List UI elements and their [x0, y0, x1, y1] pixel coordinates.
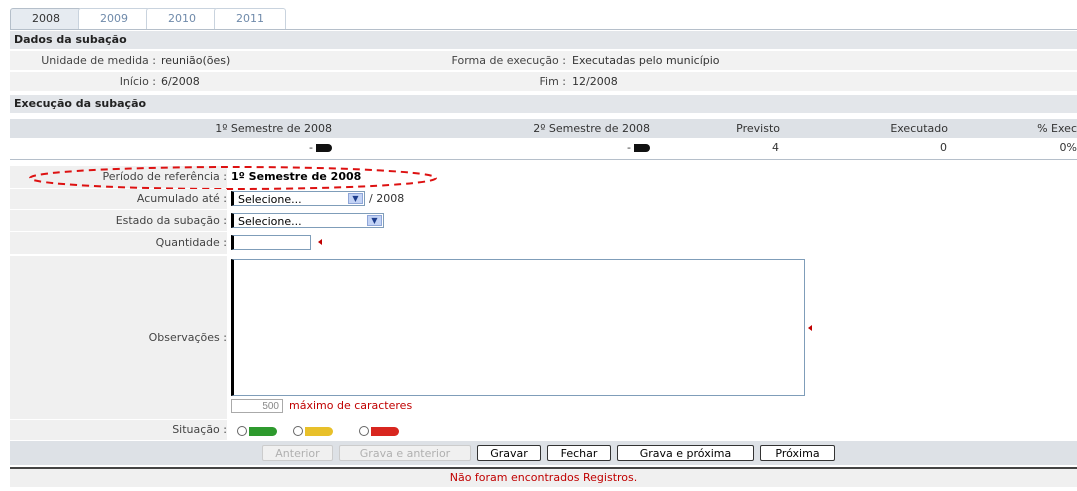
fim-value: 12/2008: [572, 75, 618, 88]
yellow-flag-icon: [305, 427, 333, 436]
estado-select-value: Selecione...: [238, 215, 302, 228]
tab-2009[interactable]: 2009: [78, 8, 150, 30]
grava-anterior-button[interactable]: Grava e anterior: [339, 445, 471, 461]
anterior-button[interactable]: Anterior: [262, 445, 333, 461]
required-marker: [808, 325, 812, 331]
redaction-mark: [634, 144, 650, 152]
green-flag-icon: [249, 427, 277, 436]
header-executado: Executado: [890, 122, 948, 135]
section-execucao-title: Execução da subação: [10, 95, 1077, 113]
quantidade-label: Quantidade :: [10, 232, 227, 254]
situacao-radio-yellow[interactable]: [293, 426, 303, 436]
char-hint: máximo de caracteres: [289, 399, 413, 412]
acumulado-select-value: Selecione...: [238, 193, 302, 206]
fechar-button[interactable]: Fechar: [547, 445, 611, 461]
fim-label: Fim :: [539, 75, 566, 88]
observacoes-label: Observações :: [10, 256, 227, 419]
chevron-down-icon: ▼: [367, 215, 382, 226]
chevron-down-icon: ▼: [348, 193, 363, 204]
section-dados-title: Dados da subação: [10, 31, 1077, 49]
header-percent-exec: % Exec: [1037, 122, 1077, 135]
cell-semestre2: -: [530, 138, 650, 157]
tab-2008[interactable]: 2008: [10, 8, 82, 30]
header-previsto: Previsto: [736, 122, 780, 135]
status-message: Não foram encontrados Registros.: [10, 467, 1077, 487]
execucao-table-header: 1º Semestre de 2008 2º Semestre de 2008 …: [10, 119, 1077, 138]
situacao-label: Situação :: [10, 420, 227, 440]
acumulado-label: Acumulado até :: [10, 189, 227, 209]
inicio-label: Início :: [119, 75, 156, 88]
char-counter: [231, 399, 283, 413]
quantidade-input[interactable]: [231, 235, 311, 250]
forma-value: Executadas pelo município: [572, 54, 720, 67]
cell-percent-exec: 0%: [1059, 141, 1077, 154]
acumulado-year: / 2008: [369, 192, 405, 205]
redaction-mark: [316, 144, 332, 152]
estado-select[interactable]: Selecione... ▼: [231, 213, 384, 228]
acumulado-select[interactable]: Selecione... ▼: [231, 191, 365, 206]
grava-proxima-button[interactable]: Grava e próxima: [617, 445, 754, 461]
cell-executado: 0: [940, 141, 947, 154]
header-semestre1: 1º Semestre de 2008: [215, 122, 332, 135]
header-semestre2: 2º Semestre de 2008: [533, 122, 650, 135]
cell-semestre1-value: -: [309, 141, 313, 154]
unidade-value: reunião(ões): [161, 54, 231, 67]
execucao-table-row: - - 4 0 0%: [10, 138, 1077, 158]
row-inicio-fim: Início : 6/2008 Fim : 12/2008: [10, 72, 1077, 92]
inicio-value: 6/2008: [161, 75, 200, 88]
cell-semestre2-value: -: [627, 141, 631, 154]
tab-2010[interactable]: 2010: [146, 8, 218, 30]
unidade-label: Unidade de medida :: [41, 54, 156, 67]
tab-2011[interactable]: 2011: [214, 8, 286, 30]
table-divider: [10, 159, 1077, 160]
red-flag-icon: [371, 427, 399, 436]
cell-previsto: 4: [772, 141, 779, 154]
proxima-button[interactable]: Próxima: [760, 445, 835, 461]
estado-label: Estado da subação :: [10, 210, 227, 231]
button-bar: Anterior Grava e anterior Gravar Fechar …: [10, 441, 1077, 465]
observacoes-textarea[interactable]: [231, 259, 805, 396]
situacao-radio-green[interactable]: [237, 426, 247, 436]
situacao-radio-red[interactable]: [359, 426, 369, 436]
row-unidade-forma: Unidade de medida : reunião(ões) Forma d…: [10, 51, 1077, 71]
forma-label: Forma de execução :: [451, 54, 566, 67]
gravar-button[interactable]: Gravar: [477, 445, 541, 461]
cell-semestre1: -: [210, 138, 332, 157]
required-marker: [318, 239, 322, 245]
tabs-divider: [10, 29, 1077, 30]
